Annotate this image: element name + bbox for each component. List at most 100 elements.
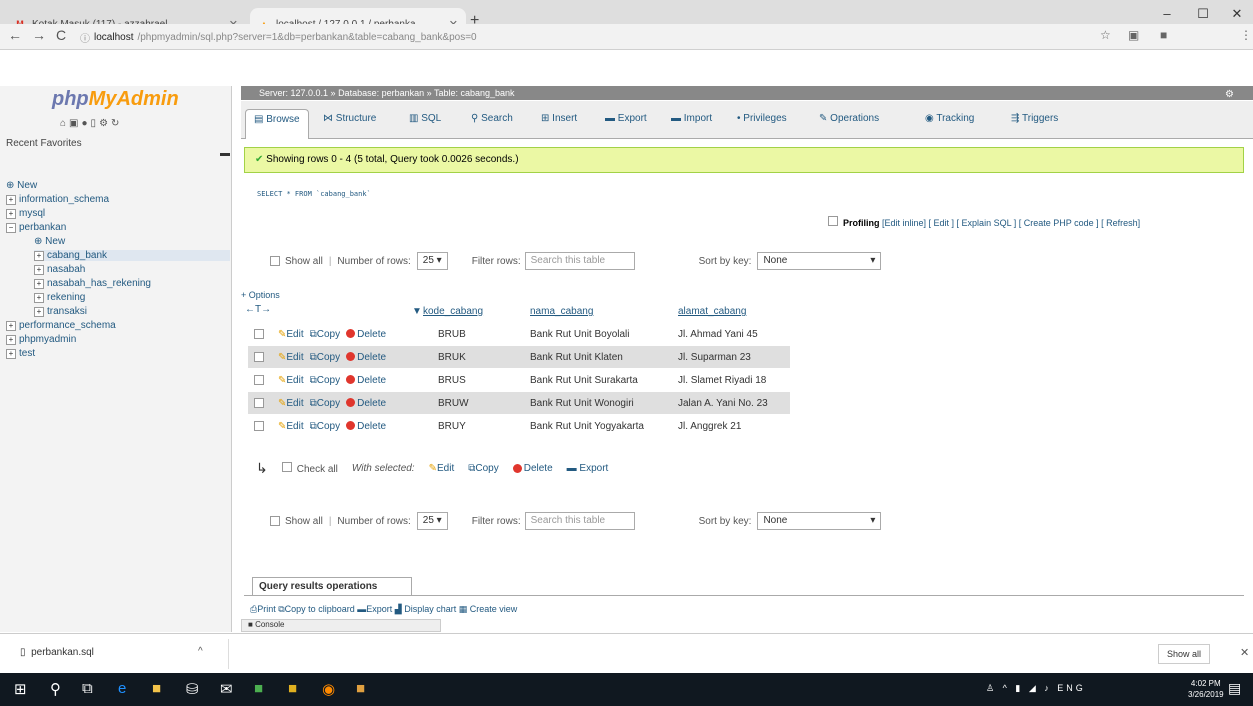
- expand-icon[interactable]: +: [34, 265, 44, 275]
- edit-button[interactable]: ✎Edit: [278, 329, 304, 340]
- help-icon[interactable]: ●: [82, 118, 91, 129]
- profiling-checkbox[interactable]: [828, 216, 838, 226]
- tree-item-test[interactable]: + test: [6, 348, 35, 359]
- maximize-icon[interactable]: ☐: [1188, 6, 1218, 22]
- expand-icon[interactable]: +: [34, 279, 44, 289]
- tree-item-transaksi[interactable]: + transaksi: [34, 306, 87, 317]
- recent-link[interactable]: Recent: [6, 138, 38, 149]
- expand-icon[interactable]: +: [6, 195, 16, 205]
- tree-item-cabang-bank[interactable]: + cabang_bank: [34, 250, 230, 261]
- download-item[interactable]: ▯ perbankan.sql: [20, 647, 94, 658]
- store-icon[interactable]: ⛁: [186, 680, 199, 698]
- file-explorer-icon[interactable]: ■: [152, 680, 161, 697]
- bulk-export-button[interactable]: ▬ Export: [567, 463, 609, 474]
- exit-icon[interactable]: ▣: [69, 118, 81, 129]
- favorites-link[interactable]: Favorites: [40, 138, 81, 149]
- cell-kode-cabang[interactable]: BRUK: [438, 352, 466, 363]
- show-all-downloads-button[interactable]: Show all: [1158, 644, 1211, 664]
- tab-insert[interactable]: ⊞ Insert: [541, 113, 577, 124]
- cell-kode-cabang[interactable]: BRUY: [438, 421, 466, 432]
- cell-kode-cabang[interactable]: BRUB: [438, 329, 466, 340]
- show-all-checkbox[interactable]: [270, 256, 280, 266]
- back-icon[interactable]: ←: [8, 27, 22, 43]
- breadcrumb-database[interactable]: Database: perbankan: [338, 88, 424, 98]
- people-icon[interactable]: ♙: [986, 683, 997, 693]
- edit-button[interactable]: ✎Edit: [278, 398, 304, 409]
- minimize-icon[interactable]: –: [1152, 6, 1182, 21]
- settings-icon[interactable]: ⚙: [1225, 89, 1234, 100]
- tree-item-information-schema[interactable]: + information_schema: [6, 194, 109, 205]
- cell-kode-cabang[interactable]: BRUW: [438, 398, 469, 409]
- column-header-alamat-cabang[interactable]: alamat_cabang: [678, 306, 746, 317]
- bulk-edit-button[interactable]: ✎Edit: [429, 463, 455, 474]
- show-all-checkbox[interactable]: [270, 516, 280, 526]
- cell-nama-cabang[interactable]: Bank Rut Unit Surakarta: [530, 375, 638, 386]
- row-checkbox[interactable]: [254, 398, 264, 408]
- edit-button[interactable]: ✎Edit: [278, 421, 304, 432]
- forward-icon[interactable]: →: [32, 27, 46, 43]
- cell-alamat-cabang[interactable]: Jl. Slamet Riyadi 18: [678, 375, 766, 386]
- tree-item-mysql[interactable]: + mysql: [6, 208, 45, 219]
- bulk-copy-button[interactable]: ⧉Copy: [468, 463, 499, 474]
- cell-kode-cabang[interactable]: BRUS: [438, 375, 466, 386]
- expand-icon[interactable]: +: [6, 321, 16, 331]
- extension-icon[interactable]: ▣: [1128, 28, 1139, 42]
- tree-item-nasabah[interactable]: + nasabah: [34, 264, 85, 275]
- row-checkbox[interactable]: [254, 329, 264, 339]
- network-icon[interactable]: ◢: [1029, 683, 1039, 693]
- cell-alamat-cabang[interactable]: Jl. Suparman 23: [678, 352, 751, 363]
- cell-nama-cabang[interactable]: Bank Rut Unit Wonogiri: [530, 398, 634, 409]
- cell-alamat-cabang[interactable]: Jl. Ahmad Yani 45: [678, 329, 758, 340]
- settings-icon[interactable]: ⚙: [99, 118, 111, 129]
- phpmyadmin-logo[interactable]: phpMyAdmin: [52, 88, 179, 111]
- expand-icon[interactable]: +: [34, 251, 44, 261]
- tree-item-perbankan[interactable]: − perbankan: [6, 222, 66, 233]
- copy-button[interactable]: ⧉Copy: [310, 352, 341, 363]
- expand-icon[interactable]: +: [6, 335, 16, 345]
- edge-icon[interactable]: e: [118, 680, 126, 697]
- tab-search[interactable]: ⚲ Search: [471, 113, 513, 124]
- filter-rows-input[interactable]: Search this table: [524, 252, 635, 270]
- app-icon[interactable]: ■: [288, 680, 297, 697]
- cell-alamat-cabang[interactable]: Jl. Anggrek 21: [678, 421, 741, 432]
- tree-item-nasabah-has-rekening[interactable]: + nasabah_has_rekening: [34, 278, 151, 289]
- tab-browse[interactable]: ▤ Browse: [245, 109, 309, 139]
- task-view-icon[interactable]: ⧉: [82, 680, 93, 697]
- clock[interactable]: 4:02 PM 3/26/2019: [1188, 678, 1224, 700]
- chrome-icon[interactable]: ◉: [322, 680, 335, 698]
- print-button[interactable]: ⎙Print: [250, 604, 276, 614]
- expand-icon[interactable]: +: [6, 349, 16, 359]
- sql-query-text[interactable]: SELECT * FROM `cabang_bank`: [257, 190, 371, 198]
- tree-item-new-table[interactable]: ⊕ New: [34, 236, 65, 247]
- tab-privileges[interactable]: • Privileges: [737, 113, 787, 124]
- battery-icon[interactable]: ▮: [1015, 683, 1023, 693]
- tree-item-phpmyadmin[interactable]: + phpmyadmin: [6, 334, 76, 345]
- mail-icon[interactable]: ✉: [220, 680, 233, 698]
- row-checkbox[interactable]: [254, 421, 264, 431]
- rows-select[interactable]: 25 ▾: [416, 252, 448, 270]
- create-view-button[interactable]: ▦ Create view: [459, 604, 518, 614]
- collapse-icon[interactable]: −: [6, 223, 16, 233]
- filter-rows-input[interactable]: Search this table: [524, 512, 635, 530]
- tree-item-rekening[interactable]: + rekening: [34, 292, 85, 303]
- row-checkbox[interactable]: [254, 375, 264, 385]
- delete-button[interactable]: Delete: [346, 329, 386, 340]
- check-all[interactable]: Check all: [281, 462, 338, 475]
- app-icon[interactable]: ■: [254, 680, 263, 697]
- copy-button[interactable]: ⧉Copy: [310, 329, 341, 340]
- tree-item-new[interactable]: ⊕ New: [6, 180, 37, 191]
- check-all-checkbox[interactable]: [281, 462, 292, 472]
- tab-sql[interactable]: ▥ SQL: [409, 113, 441, 124]
- volume-icon[interactable]: ♪: [1044, 683, 1052, 693]
- column-header-nama-cabang[interactable]: nama_cabang: [530, 306, 593, 317]
- tab-structure[interactable]: ⋈ Structure: [323, 113, 376, 124]
- star-icon[interactable]: ☆: [1100, 28, 1111, 42]
- cell-nama-cabang[interactable]: Bank Rut Unit Klaten: [530, 352, 623, 363]
- app-icon[interactable]: ■: [356, 680, 365, 697]
- tab-operations[interactable]: ✎ Operations: [819, 113, 879, 124]
- notification-icon[interactable]: ▤: [1228, 680, 1241, 697]
- language-indicator[interactable]: ENG: [1057, 683, 1086, 693]
- tree-item-performance-schema[interactable]: + performance_schema: [6, 320, 116, 331]
- console-bar[interactable]: ■ Console: [241, 619, 441, 632]
- copy-button[interactable]: ⧉Copy: [310, 421, 341, 432]
